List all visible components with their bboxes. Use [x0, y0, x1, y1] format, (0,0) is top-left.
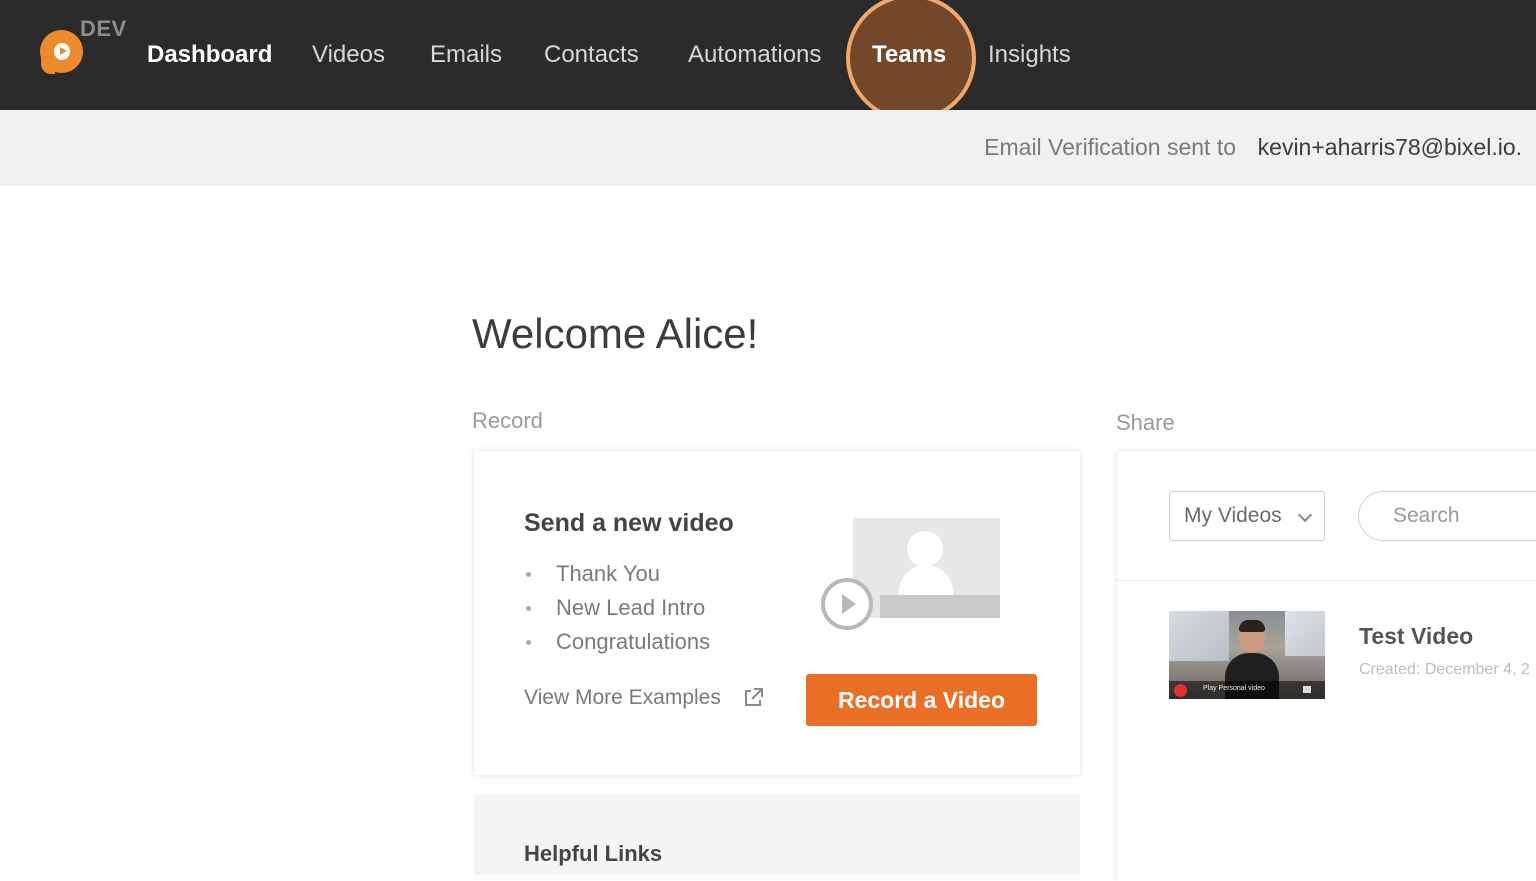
helpful-links-title: Helpful Links	[524, 841, 663, 866]
video-filter-value: My Videos	[1184, 504, 1282, 527]
share-panel: My Videos Play Personal video Test Video…	[1117, 451, 1536, 881]
video-placeholder-illustration	[820, 517, 1000, 637]
helpful-links-card: Helpful Links	[474, 795, 1080, 875]
video-created-date: Created: December 4, 2	[1359, 661, 1530, 678]
play-icon	[1174, 684, 1187, 697]
example-list: Thank You New Lead Intro Congratulations	[524, 557, 710, 659]
video-thumbnail[interactable]: Play Personal video	[1169, 611, 1325, 699]
nav-contacts[interactable]: Contacts	[544, 41, 639, 69]
verification-text: Email Verification sent to	[984, 134, 1236, 160]
list-item: Thank You	[524, 557, 710, 591]
nav-dashboard[interactable]: Dashboard	[147, 41, 272, 69]
share-section-label: Share	[1116, 410, 1175, 435]
nav-videos[interactable]: Videos	[312, 41, 385, 69]
video-filter-select[interactable]: My Videos	[1169, 491, 1325, 541]
chevron-down-icon	[1297, 507, 1313, 523]
list-item: Congratulations	[524, 625, 710, 659]
nav-automations[interactable]: Automations	[688, 41, 821, 69]
play-bubble-icon[interactable]	[40, 30, 84, 74]
verification-email: kevin+aharris78@bixel.io.	[1257, 134, 1522, 160]
external-link-icon[interactable]	[742, 687, 764, 709]
list-item: New Lead Intro	[524, 591, 710, 625]
card-title: Send a new video	[524, 509, 734, 537]
view-more-examples-link[interactable]: View More Examples	[524, 686, 721, 710]
share-toolbar: My Videos	[1117, 451, 1536, 581]
nav-insights[interactable]: Insights	[988, 41, 1071, 69]
play-circle-icon	[821, 578, 873, 630]
video-title[interactable]: Test Video	[1359, 623, 1473, 650]
record-video-button[interactable]: Record a Video	[806, 674, 1037, 726]
nav-teams[interactable]: Teams	[872, 41, 946, 69]
record-card: Send a new video Thank You New Lead Intr…	[474, 451, 1080, 775]
search-input[interactable]	[1358, 491, 1536, 541]
env-badge: DEV	[80, 16, 127, 41]
page-title: Welcome Alice!	[472, 310, 759, 357]
thumbnail-caption: Play Personal video	[1203, 685, 1265, 692]
top-navbar: DEV Dashboard Videos Emails Contacts Aut…	[0, 0, 1536, 122]
nav-emails[interactable]: Emails	[430, 41, 502, 69]
record-section-label: Record	[472, 408, 543, 433]
volume-icon	[1303, 686, 1311, 693]
verification-banner: Email Verification sent to kevin+aharris…	[0, 110, 1536, 186]
